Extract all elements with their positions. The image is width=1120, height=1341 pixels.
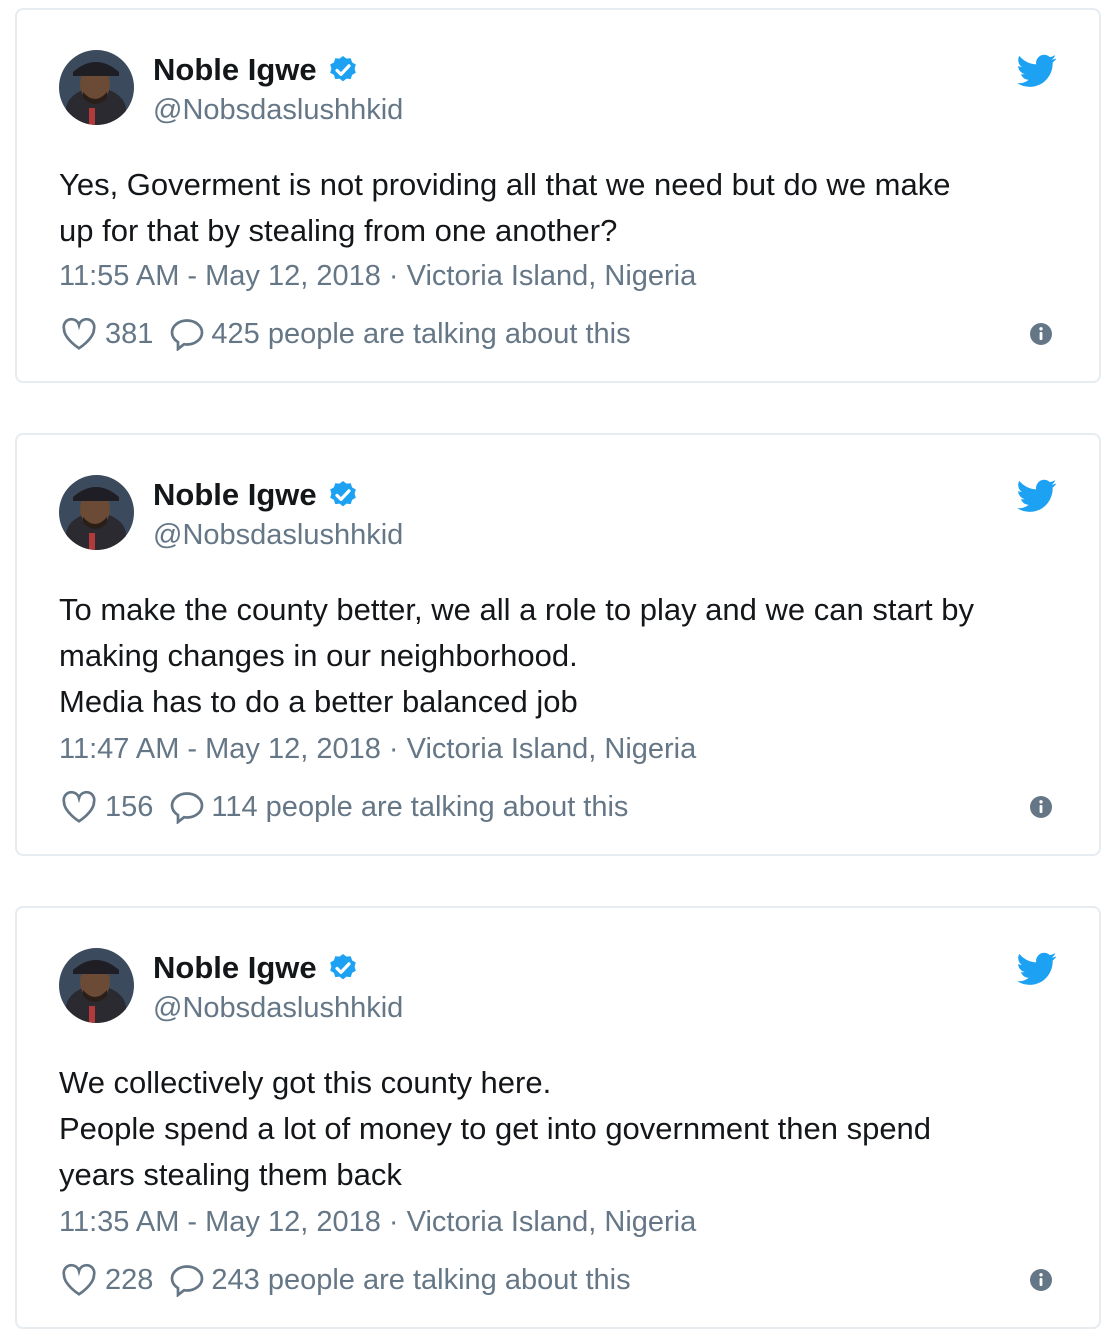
- display-name[interactable]: Noble Igwe: [153, 50, 359, 90]
- display-name-text[interactable]: Noble Igwe: [153, 50, 317, 90]
- tweet-timestamp-location[interactable]: 11:55 AM - May 12, 2018 · Victoria Islan…: [59, 258, 696, 294]
- tweet-text: To make the county better, we all a role…: [59, 592, 974, 719]
- heart-icon[interactable]: [61, 1263, 97, 1297]
- info-icon[interactable]: [1029, 795, 1053, 819]
- tweet-timestamp-location[interactable]: 11:35 AM - May 12, 2018 · Victoria Islan…: [59, 1204, 696, 1240]
- like-count[interactable]: 228: [105, 1262, 153, 1298]
- tweet-actions: 156 114 people are talking about this: [61, 789, 628, 825]
- heart-icon[interactable]: [61, 790, 97, 824]
- like-count[interactable]: 156: [105, 789, 153, 825]
- tweet-text: We collectively got this county here. Pe…: [59, 1065, 932, 1192]
- verified-badge-icon: [329, 954, 356, 980]
- avatar[interactable]: [59, 948, 134, 1023]
- heart-icon[interactable]: [61, 317, 97, 351]
- info-icon[interactable]: [1029, 1268, 1053, 1292]
- avatar[interactable]: [59, 50, 134, 125]
- user-handle[interactable]: @Nobsdaslushhkid: [153, 990, 403, 1026]
- verified-badge-icon: [329, 56, 356, 82]
- tweet-card[interactable]: Noble Igwe @Nobsdaslushhkid Yes, Goverme…: [15, 8, 1101, 383]
- avatar[interactable]: [59, 475, 134, 550]
- display-name-text[interactable]: Noble Igwe: [153, 475, 317, 515]
- speech-bubble-icon[interactable]: [169, 1263, 205, 1297]
- user-handle[interactable]: @Nobsdaslushhkid: [153, 517, 403, 553]
- tweet-timestamp-location[interactable]: 11:47 AM - May 12, 2018 · Victoria Islan…: [59, 731, 696, 767]
- talking-count[interactable]: 425 people are talking about this: [211, 316, 630, 352]
- user-handle[interactable]: @Nobsdaslushhkid: [153, 92, 403, 128]
- tweet-actions: 228 243 people are talking about this: [61, 1262, 631, 1298]
- talking-count[interactable]: 114 people are talking about this: [211, 789, 628, 825]
- like-count[interactable]: 381: [105, 316, 153, 352]
- display-name-text[interactable]: Noble Igwe: [153, 948, 317, 988]
- talking-count[interactable]: 243 people are talking about this: [211, 1262, 630, 1298]
- tweet-text: Yes, Goverment is not providing all that…: [59, 167, 951, 248]
- verified-badge-icon: [329, 481, 356, 507]
- tweet-actions: 381 425 people are talking about this: [61, 316, 631, 352]
- display-name[interactable]: Noble Igwe: [153, 475, 359, 515]
- twitter-bird-icon[interactable]: [1017, 479, 1057, 513]
- twitter-bird-icon[interactable]: [1017, 952, 1057, 986]
- tweet-card[interactable]: Noble Igwe @Nobsdaslushhkid To make the …: [15, 433, 1101, 856]
- info-icon[interactable]: [1029, 322, 1053, 346]
- speech-bubble-icon[interactable]: [169, 790, 205, 824]
- tweet-card[interactable]: Noble Igwe @Nobsdaslushhkid We collectiv…: [15, 906, 1101, 1329]
- display-name[interactable]: Noble Igwe: [153, 948, 359, 988]
- twitter-bird-icon[interactable]: [1017, 54, 1057, 88]
- speech-bubble-icon[interactable]: [169, 317, 205, 351]
